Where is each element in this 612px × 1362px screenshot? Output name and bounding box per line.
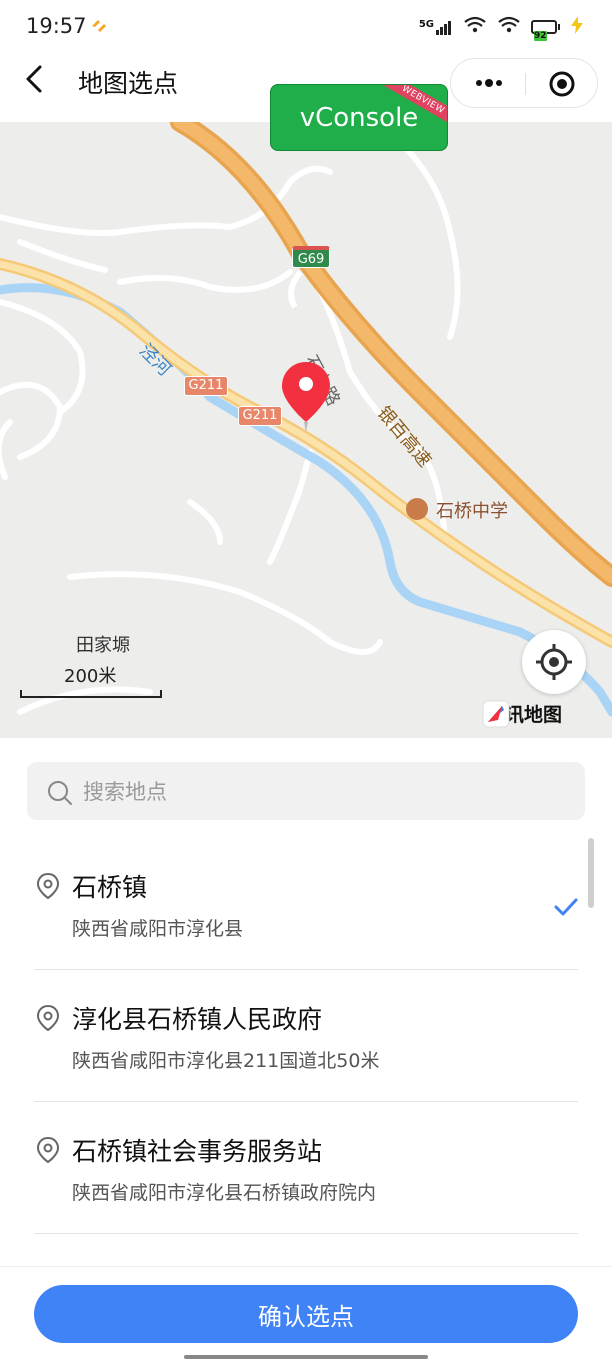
place-name: 淳化县石桥镇人民政府 — [72, 1005, 323, 1034]
network-type: 5G — [418, 19, 434, 30]
battery-level: 92 — [534, 31, 547, 41]
close-mini-program-icon[interactable] — [547, 69, 577, 99]
location-pin-icon — [36, 872, 60, 904]
map-view[interactable]: G69 G211 G211 泾河 石九路 银百高速 石桥中学 田家塬 200米 — [0, 122, 612, 738]
place-name: 石桥镇社会事务服务站 — [72, 1137, 323, 1166]
signal-icon: 5G — [419, 19, 453, 35]
battery-icon: 92 — [531, 20, 560, 41]
check-icon — [554, 898, 578, 920]
crosshair-icon — [536, 644, 572, 680]
notification-icon — [90, 18, 108, 38]
more-options-icon[interactable] — [469, 69, 509, 97]
list-scrollbar[interactable] — [588, 838, 594, 908]
list-item[interactable]: 淳化县石桥镇人民政府 陕西省咸阳市淳化县211国道北50米 — [34, 970, 578, 1102]
map-brand: 腾讯地图 — [482, 700, 562, 728]
charging-icon — [570, 16, 584, 38]
road-shield-g69: G69 — [292, 246, 330, 268]
place-address: 陕西省咸阳市淳化县石桥镇政府院内 — [72, 1182, 377, 1204]
school-poi-icon — [406, 498, 428, 520]
home-indicator — [184, 1355, 428, 1359]
wifi-icon — [463, 16, 487, 38]
road-shield-g211-label: G211 — [188, 378, 224, 393]
school-label: 石桥中学 — [436, 501, 508, 522]
search-icon — [47, 780, 73, 810]
search-input[interactable] — [81, 770, 565, 814]
road-shield-g69-label: G69 — [297, 252, 325, 267]
vconsole-label: vConsole — [299, 103, 419, 133]
vconsole-button[interactable]: vConsole WEBVIEW — [270, 84, 448, 151]
place-address: 陕西省咸阳市淳化县 — [72, 918, 244, 940]
relocate-button[interactable] — [522, 630, 586, 694]
road-shield-g211: G211 — [184, 376, 228, 396]
place-name: 石桥镇 — [72, 873, 148, 902]
search-bar[interactable] — [27, 762, 585, 820]
page-title: 地图选点 — [78, 69, 179, 98]
map-scale: 200米 — [20, 662, 162, 698]
status-time: 19:57 — [26, 14, 87, 38]
list-item[interactable]: 石桥镇社会事务服务站 陕西省咸阳市淳化县石桥镇政府院内 — [34, 1102, 578, 1234]
road-shield-g211: G211 — [238, 406, 282, 426]
scale-bar — [20, 690, 162, 698]
village-label: 田家塬 — [76, 635, 130, 656]
place-address: 陕西省咸阳市淳化县211国道北50米 — [72, 1050, 380, 1072]
footer: 确认选点 — [0, 1266, 612, 1362]
road-shield-g211-label: G211 — [242, 408, 278, 423]
confirm-location-button[interactable]: 确认选点 — [34, 1285, 578, 1343]
list-item[interactable]: 石桥镇 陕西省咸阳市淳化县 — [34, 838, 578, 970]
scale-label: 200米 — [64, 666, 117, 687]
status-bar: 19:57 5G 92 — [0, 0, 612, 58]
location-pin-icon — [36, 1136, 60, 1168]
wifi-icon — [497, 16, 521, 38]
mini-program-capsule — [450, 58, 598, 108]
location-pin-icon — [36, 1004, 60, 1036]
status-icons: 5G 92 — [419, 16, 584, 41]
back-arrow-icon[interactable] — [20, 64, 50, 94]
capsule-divider — [525, 73, 526, 95]
place-list: 石桥镇 陕西省咸阳市淳化县 淳化县石桥镇人民政府 陕西省咸阳市淳化县211国道北… — [0, 838, 612, 1234]
